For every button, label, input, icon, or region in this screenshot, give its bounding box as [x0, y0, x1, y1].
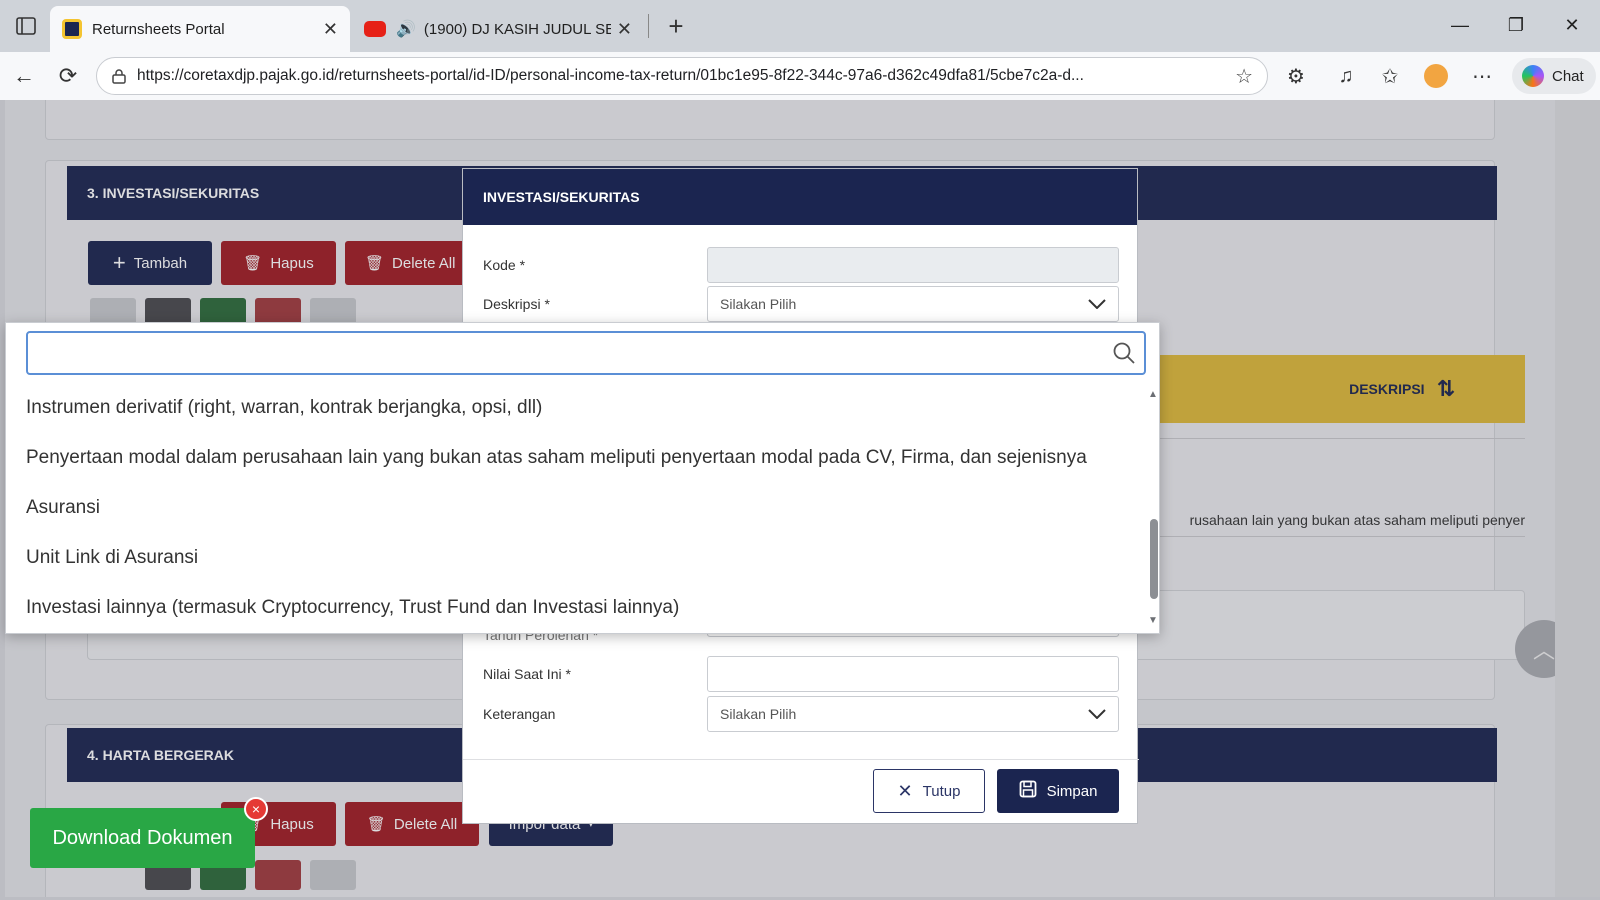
youtube-icon	[364, 21, 386, 37]
url-text: https://coretaxdjp.pajak.go.id/returnshe…	[137, 67, 1084, 84]
nilai-saat-ini-label: Nilai Saat Ini *	[483, 666, 571, 682]
modal-footer-divider	[463, 759, 1139, 760]
dropdown-search-input[interactable]	[26, 331, 1146, 375]
dropdown-option[interactable]: Unit Link di Asuransi	[6, 533, 1134, 583]
url-field[interactable]: https://coretaxdjp.pajak.go.id/returnshe…	[96, 57, 1268, 95]
tab-title: (1900) DJ KASIH JUDUL SEND	[423, 20, 611, 38]
dropdown-scrollbar[interactable]: ▲ ▼	[1146, 389, 1160, 629]
close-download-icon[interactable]: ×	[244, 797, 268, 821]
media-icon[interactable]: ♫	[1330, 60, 1362, 92]
tab-separator	[648, 14, 649, 38]
refresh-icon[interactable]: ⟳	[52, 60, 84, 92]
tab-youtube[interactable]: 🔊 (1900) DJ KASIH JUDUL SEND ✕	[352, 6, 644, 52]
close-tab-icon[interactable]: ✕	[323, 19, 338, 40]
keterangan-value: Silakan Pilih	[720, 706, 797, 722]
save-icon	[1019, 780, 1037, 802]
kode-label: Kode *	[483, 257, 526, 273]
favorite-star-icon[interactable]: ☆	[1235, 64, 1253, 89]
new-tab-icon[interactable]: +	[660, 10, 692, 42]
dropdown-option[interactable]: Penyertaan modal dalam perusahaan lain y…	[6, 433, 1134, 483]
keterangan-select[interactable]: Silakan Pilih	[707, 696, 1119, 732]
tutup-label: Tutup	[922, 782, 961, 800]
address-bar: ← ⟳ https://coretaxdjp.pajak.go.id/retur…	[0, 52, 1600, 100]
copilot-icon	[1522, 65, 1544, 87]
scroll-down-arrow-icon[interactable]: ▼	[1148, 615, 1158, 626]
dropdown-scrollbar-thumb[interactable]	[1150, 519, 1158, 599]
close-tab-icon[interactable]: ✕	[617, 19, 632, 40]
modal-title: INVESTASI/SEKURITAS	[463, 169, 1137, 225]
browser-tab-bar: Returnsheets Portal ✕ 🔊 (1900) DJ KASIH …	[0, 0, 1600, 52]
tutup-button[interactable]: ✕ Tutup	[873, 769, 985, 813]
download-dokumen-button[interactable]: Download Dokumen	[30, 808, 255, 868]
tab-returnsheets[interactable]: Returnsheets Portal ✕	[50, 6, 350, 52]
search-icon	[1113, 342, 1135, 364]
extensions-icon[interactable]: ⚙	[1280, 60, 1312, 92]
returnsheets-favicon-icon	[62, 19, 82, 39]
lock-icon	[112, 69, 126, 84]
copilot-chat-button[interactable]: Chat	[1512, 58, 1596, 94]
dropdown-option[interactable]: Asuransi	[6, 483, 1134, 533]
close-window-icon[interactable]: ✕	[1552, 10, 1592, 40]
sidebar-toggle-icon[interactable]	[12, 12, 40, 40]
close-icon: ✕	[897, 780, 913, 801]
dropdown-option[interactable]: Investasi lainnya (termasuk Cryptocurren…	[6, 583, 1134, 633]
kode-field	[707, 247, 1119, 283]
nilai-saat-ini-field[interactable]	[707, 656, 1119, 692]
chevron-down-icon	[1088, 706, 1106, 722]
chat-label: Chat	[1552, 67, 1584, 85]
dropdown-options-list: Instrumen derivatif (right, warran, kont…	[6, 383, 1134, 633]
back-icon[interactable]: ←	[8, 60, 40, 92]
keterangan-label: Keterangan	[483, 706, 556, 722]
simpan-button[interactable]: Simpan	[997, 769, 1119, 813]
deskripsi-select[interactable]: Silakan Pilih	[707, 286, 1119, 322]
tab-title: Returnsheets Portal	[92, 20, 225, 38]
calculator-icon[interactable]	[1420, 60, 1452, 92]
scroll-up-arrow-icon[interactable]: ▲	[1148, 389, 1158, 400]
restore-icon[interactable]: ❐	[1496, 10, 1536, 40]
simpan-label: Simpan	[1046, 782, 1098, 800]
dropdown-option[interactable]: Instrumen derivatif (right, warran, kont…	[6, 383, 1134, 433]
deskripsi-value: Silakan Pilih	[720, 296, 797, 312]
minimize-icon[interactable]: —	[1440, 10, 1480, 40]
speaker-icon[interactable]: 🔊	[396, 19, 416, 39]
deskripsi-label: Deskripsi *	[483, 296, 550, 312]
chevron-down-icon	[1088, 296, 1106, 312]
deskripsi-dropdown: Instrumen derivatif (right, warran, kont…	[5, 322, 1160, 634]
more-menu-icon[interactable]: ⋯	[1466, 60, 1498, 92]
favorites-icon[interactable]: ✩	[1374, 60, 1406, 92]
